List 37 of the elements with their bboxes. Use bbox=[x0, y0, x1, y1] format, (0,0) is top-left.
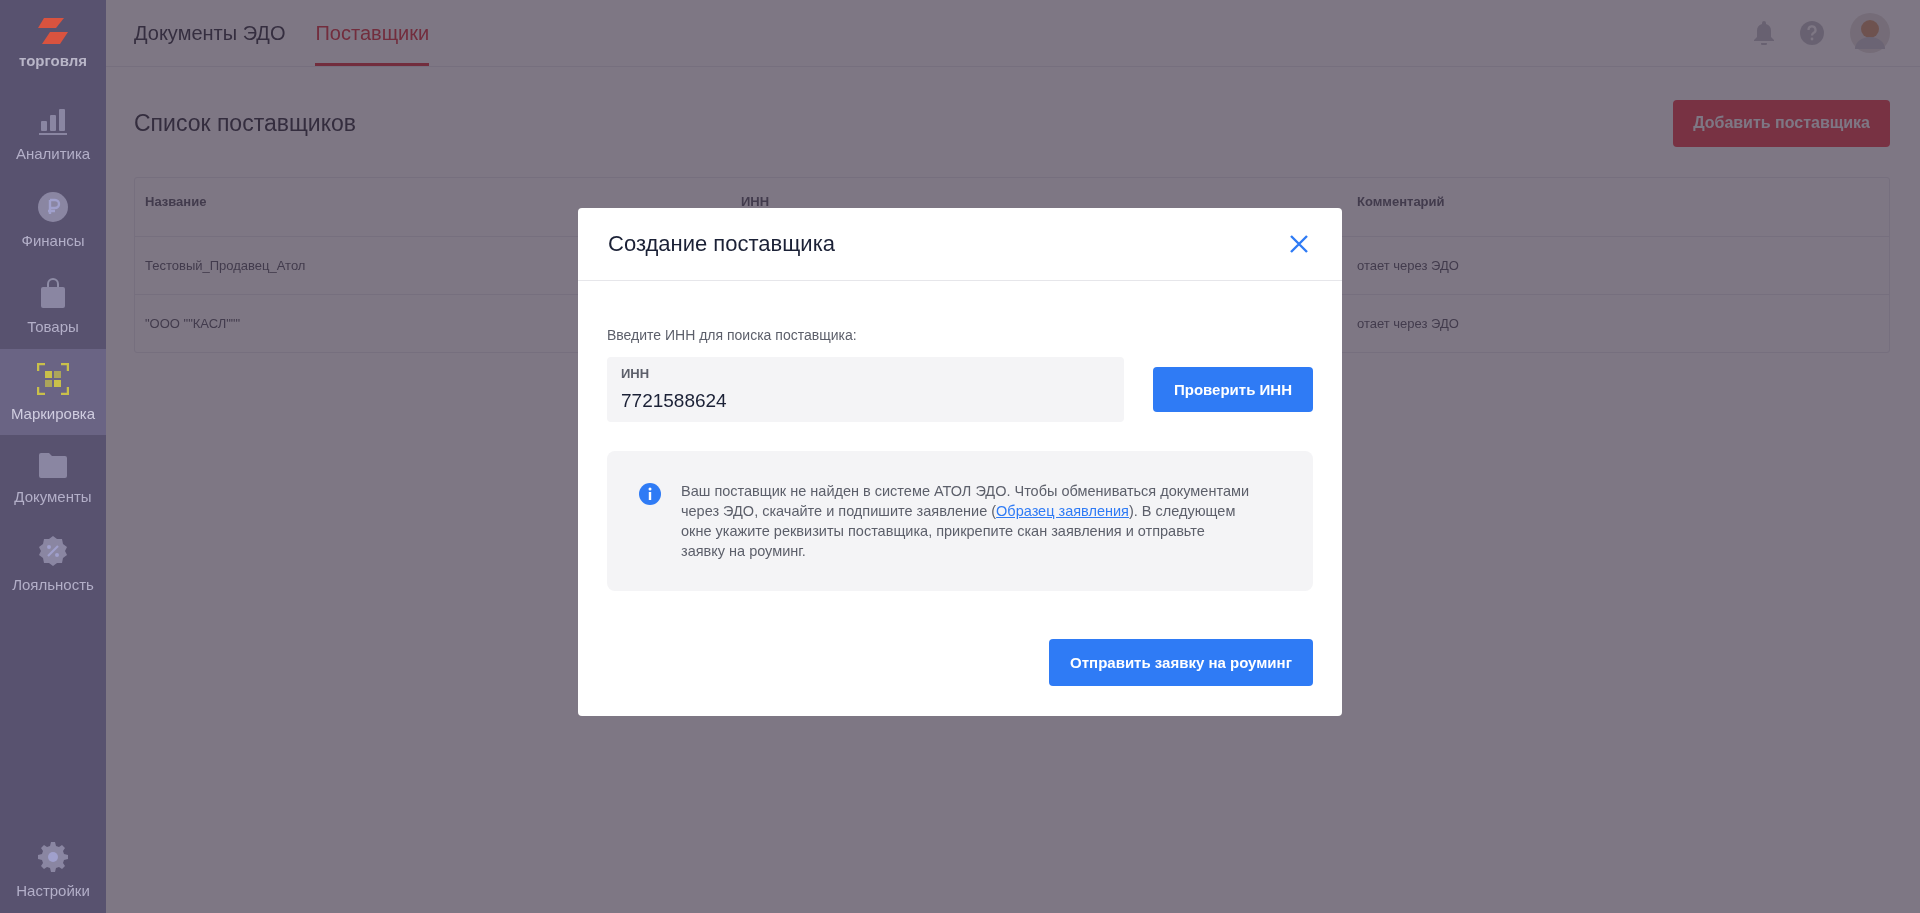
logo-icon bbox=[36, 16, 70, 46]
table-cell: отает через ЭДО bbox=[1357, 258, 1459, 273]
table-cell: Тестовый_Продавец_Атол bbox=[145, 258, 306, 273]
column-header: Комментарий bbox=[1357, 194, 1445, 209]
sidebar-item[interactable]: Документы bbox=[0, 435, 106, 521]
info-icon bbox=[639, 483, 661, 505]
logo-text: торговля bbox=[19, 52, 87, 69]
tab[interactable]: Документы ЭДО bbox=[134, 3, 286, 66]
ruble-icon bbox=[38, 191, 68, 222]
tab[interactable]: Поставщики bbox=[315, 3, 430, 66]
add-supplier-button[interactable]: Добавить поставщика bbox=[1673, 99, 1890, 147]
info-text: Ваш поставщик не найден в системе АТОЛ ЭДО. Чтобы обмениваться документами через ЭДО, скачайте и подпишите заявление (Образец заявления). В следующем окне укажите реквизиты поставщика, прикрепите скан заявления и отправьте заявку на роуминг. bbox=[681, 482, 1250, 561]
close-icon[interactable] bbox=[1290, 235, 1308, 253]
sidebar-item[interactable]: Лояльность bbox=[0, 521, 106, 607]
sidebar-item[interactable]: Товары bbox=[0, 263, 106, 349]
avatar[interactable] bbox=[1850, 13, 1890, 53]
page-title: Список поставщиков bbox=[134, 109, 357, 137]
field-prompt: Введите ИНН для поиска поставщика: bbox=[607, 327, 858, 343]
scan-code-icon bbox=[37, 362, 69, 395]
send-roaming-request-button[interactable]: Отправить заявку на роуминг bbox=[1049, 639, 1313, 686]
sample-link[interactable]: Образец заявления bbox=[996, 503, 1129, 519]
settings-item[interactable]: Настройки bbox=[0, 827, 106, 913]
folder-icon bbox=[38, 451, 68, 478]
column-header: Название bbox=[145, 194, 207, 209]
shopping-bag-icon bbox=[40, 277, 66, 308]
table-cell: "ООО ""КАСЛ""" bbox=[145, 316, 241, 331]
field-label: ИНН bbox=[621, 366, 650, 381]
modal-title: Создание поставщика bbox=[608, 231, 835, 257]
sidebar-item[interactable]: Маркировка bbox=[0, 349, 106, 435]
sidebar-item[interactable]: Финансы bbox=[0, 177, 106, 263]
column-header: ИНН bbox=[741, 194, 770, 209]
bar-chart-icon bbox=[38, 106, 68, 135]
settings-icon bbox=[38, 841, 68, 872]
check-inn-button[interactable]: Проверить ИНН bbox=[1153, 367, 1313, 412]
table-cell: отает через ЭДО bbox=[1357, 316, 1459, 331]
discount-badge-icon bbox=[38, 535, 68, 566]
sidebar-item[interactable]: Аналитика bbox=[0, 91, 106, 177]
